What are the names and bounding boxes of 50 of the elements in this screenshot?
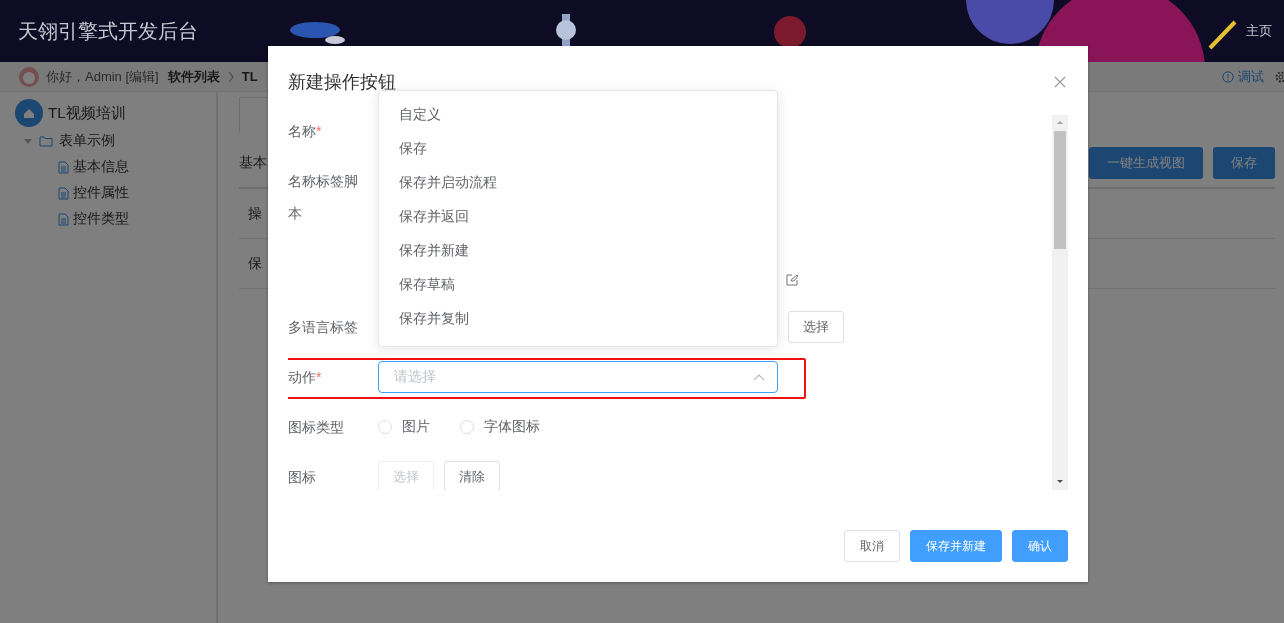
folder-icon (39, 135, 53, 147)
dialog-button[interactable]: 取消 (844, 530, 900, 562)
info-icon (1222, 70, 1234, 83)
radio-button[interactable] (378, 420, 392, 434)
tree-item[interactable]: 表单示例 (59, 132, 115, 150)
dialog-title: 新建操作按钮 (288, 71, 396, 94)
required-mark: * (316, 369, 322, 385)
settings-icon[interactable] (1274, 69, 1284, 84)
tree-item[interactable]: TL视频培训 (48, 103, 126, 123)
list-item: 操 (248, 204, 262, 223)
document-icon (58, 186, 69, 200)
tree-item[interactable]: 控件类型 (73, 210, 129, 228)
select-button[interactable]: 选择 (788, 311, 844, 343)
field-label: 多语言标签 (288, 319, 358, 335)
tree-item[interactable]: 控件属性 (73, 184, 129, 202)
scrollbar[interactable] (1052, 115, 1068, 490)
radio-label[interactable]: 图片 (402, 418, 430, 436)
edit-icon[interactable] (786, 274, 798, 286)
tree-item[interactable]: 基本信息 (73, 158, 129, 176)
user-greeting: 你好，Admin [编辑] (46, 67, 159, 86)
dropdown-option[interactable]: 保存并返回 (379, 199, 777, 233)
field-label: 名称 (288, 123, 316, 139)
list-item: 保 (248, 254, 262, 273)
document-icon (58, 160, 69, 174)
chevron-up-icon (753, 373, 765, 381)
breadcrumb-link[interactable]: TL (241, 69, 258, 84)
field-label: 名称标签脚本 (288, 173, 358, 221)
avatar-icon (19, 66, 39, 87)
required-mark: * (316, 123, 322, 139)
dropdown-option[interactable]: 保存草稿 (379, 267, 777, 301)
dropdown-option[interactable]: 保存并新建 (379, 233, 777, 267)
field-label: 动作 (288, 369, 316, 385)
field-label: 图标类型 (288, 419, 344, 435)
radio-label[interactable]: 字体图标 (484, 418, 540, 436)
icon-button[interactable]: 清除 (444, 461, 500, 490)
breadcrumb-link[interactable]: 软件列表 (167, 67, 220, 86)
app-title: 天翎引擎式开发后台 (18, 18, 198, 44)
dropdown-option[interactable]: 保存并启动流程 (379, 165, 777, 199)
dropdown-option[interactable]: 自定义 (379, 97, 777, 131)
caret-icon[interactable] (23, 136, 33, 146)
dropdown-option[interactable]: 保存 (379, 131, 777, 165)
chevron-right-icon (226, 70, 235, 83)
radio-button[interactable] (460, 420, 474, 434)
document-icon (58, 212, 69, 226)
home-icon (15, 99, 43, 127)
dropdown-option[interactable]: 保存并复制 (379, 301, 777, 335)
close-icon[interactable] (1054, 76, 1066, 88)
nav-link[interactable]: 主页 (1246, 22, 1284, 40)
field-label: 图标 (288, 469, 316, 485)
section-title: 基本 (239, 154, 267, 172)
